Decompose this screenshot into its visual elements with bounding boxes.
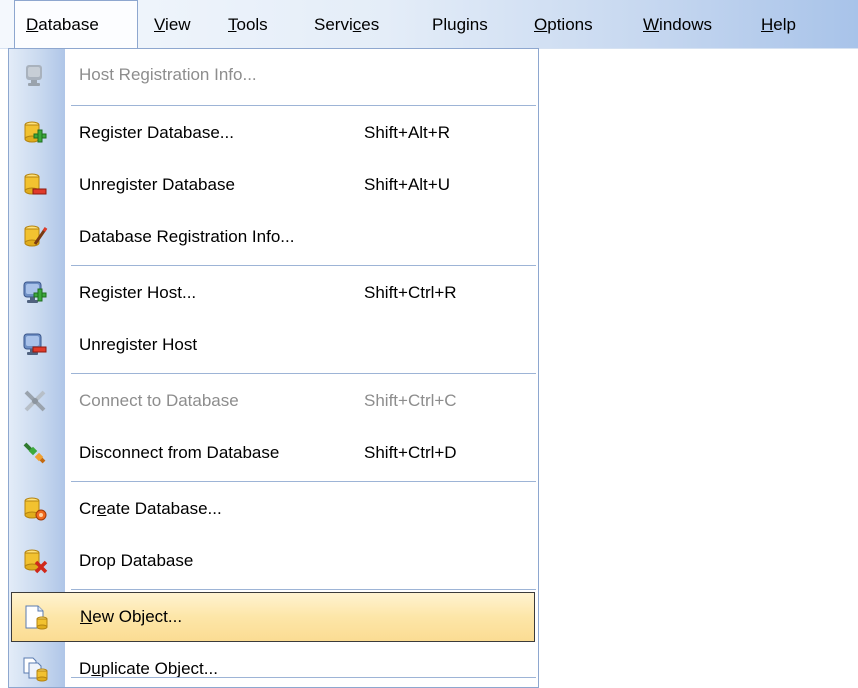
duplicate-object-icon (23, 657, 48, 682)
menu-item-drop-database[interactable]: Drop Database (9, 535, 538, 587)
menu-view[interactable]: View (154, 0, 191, 49)
menu-services[interactable]: Services (314, 0, 379, 49)
menu-windows[interactable]: Windows (643, 0, 712, 49)
database-dropdown-menu: Host Registration Info... Register Datab… (8, 48, 539, 688)
menu-separator (71, 105, 536, 106)
menu-separator (71, 677, 536, 678)
menu-database[interactable]: Database (14, 0, 138, 49)
database-drop-icon (24, 549, 48, 574)
menu-separator (71, 589, 536, 590)
menu-item-unregister-host[interactable]: Unregister Host (9, 319, 538, 371)
database-remove-icon (24, 173, 47, 195)
connect-plug-icon (24, 390, 46, 412)
menu-item-disconnect-from-database[interactable]: Disconnect from Database Shift+Ctrl+D (9, 427, 538, 479)
database-create-icon (24, 497, 47, 521)
menu-item-register-host[interactable]: Register Host... Shift+Ctrl+R (9, 267, 538, 319)
disconnect-plug-icon (23, 442, 46, 464)
host-add-icon (23, 281, 47, 303)
new-object-icon (25, 605, 48, 630)
database-edit-icon (24, 225, 48, 247)
menu-help[interactable]: Help (761, 0, 796, 49)
menu-item-create-database[interactable]: Create Database... (9, 483, 538, 535)
menu-options[interactable]: Options (534, 0, 593, 49)
menu-plugins[interactable]: Plugins (432, 0, 488, 49)
menu-item-new-object[interactable]: New Object... (11, 592, 535, 642)
menu-separator (71, 265, 536, 266)
menu-tools[interactable]: Tools (228, 0, 268, 49)
menu-item-host-registration-info[interactable]: Host Registration Info... (9, 49, 538, 101)
menu-item-register-database[interactable]: Register Database... Shift+Alt+R (9, 107, 538, 159)
menu-separator (71, 481, 536, 482)
menu-bar: Database View Tools Services Plugins Opt… (0, 0, 858, 49)
host-registration-info-icon (26, 65, 42, 86)
menu-item-unregister-database[interactable]: Unregister Database Shift+Alt+U (9, 159, 538, 211)
database-add-icon (24, 121, 47, 143)
host-remove-icon (23, 333, 47, 355)
menu-item-connect-to-database[interactable]: Connect to Database Shift+Ctrl+C (9, 375, 538, 427)
menu-separator (71, 373, 536, 374)
menu-item-database-registration-info[interactable]: Database Registration Info... (9, 211, 538, 263)
menu-item-duplicate-object[interactable]: Duplicate Object... (9, 643, 538, 687)
